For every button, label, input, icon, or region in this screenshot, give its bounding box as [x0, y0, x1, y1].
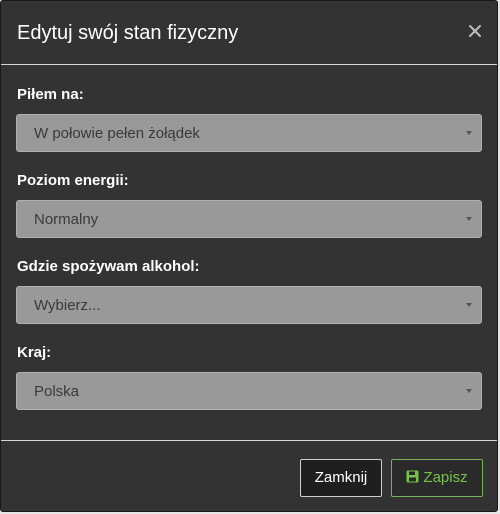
- energy-level-select[interactable]: Normalny: [16, 200, 482, 238]
- modal-header: Edytuj swój stan fizyczny: [1, 1, 497, 65]
- chevron-down-icon: [466, 389, 472, 393]
- chevron-down-icon: [466, 217, 472, 221]
- floppy-disk-icon: [406, 470, 419, 483]
- drunk-on-value: W połowie pełen żołądek: [34, 125, 200, 142]
- chevron-down-icon: [466, 303, 472, 307]
- drinking-location-value: Wybierz...: [34, 297, 101, 314]
- close-button-label: Zamknij: [314, 469, 368, 486]
- close-button[interactable]: Zamknij: [300, 459, 382, 497]
- modal-title: Edytuj swój stan fizyczny: [17, 22, 239, 44]
- modal-body: Piłem na: W połowie pełen żołądek Poziom…: [1, 66, 497, 440]
- footer-divider: [1, 440, 497, 441]
- drunk-on-select[interactable]: W połowie pełen żołądek: [16, 114, 482, 152]
- country-label: Kraj:: [17, 344, 52, 361]
- chevron-down-icon: [466, 131, 472, 135]
- close-icon[interactable]: [467, 23, 483, 39]
- country-select[interactable]: Polska: [16, 372, 482, 410]
- save-button[interactable]: Zapisz: [391, 459, 483, 497]
- country-value: Polska: [34, 383, 80, 400]
- save-button-label: Zapisz: [423, 469, 468, 486]
- drinking-location-select[interactable]: Wybierz...: [16, 286, 482, 324]
- drinking-location-label: Gdzie spożywam alkohol:: [17, 258, 200, 275]
- drunk-on-label: Piłem na:: [17, 86, 84, 103]
- energy-level-value: Normalny: [34, 211, 99, 228]
- energy-level-label: Poziom energii:: [17, 172, 129, 189]
- edit-physical-state-modal: Edytuj swój stan fizyczny Piłem na: W po…: [0, 0, 498, 512]
